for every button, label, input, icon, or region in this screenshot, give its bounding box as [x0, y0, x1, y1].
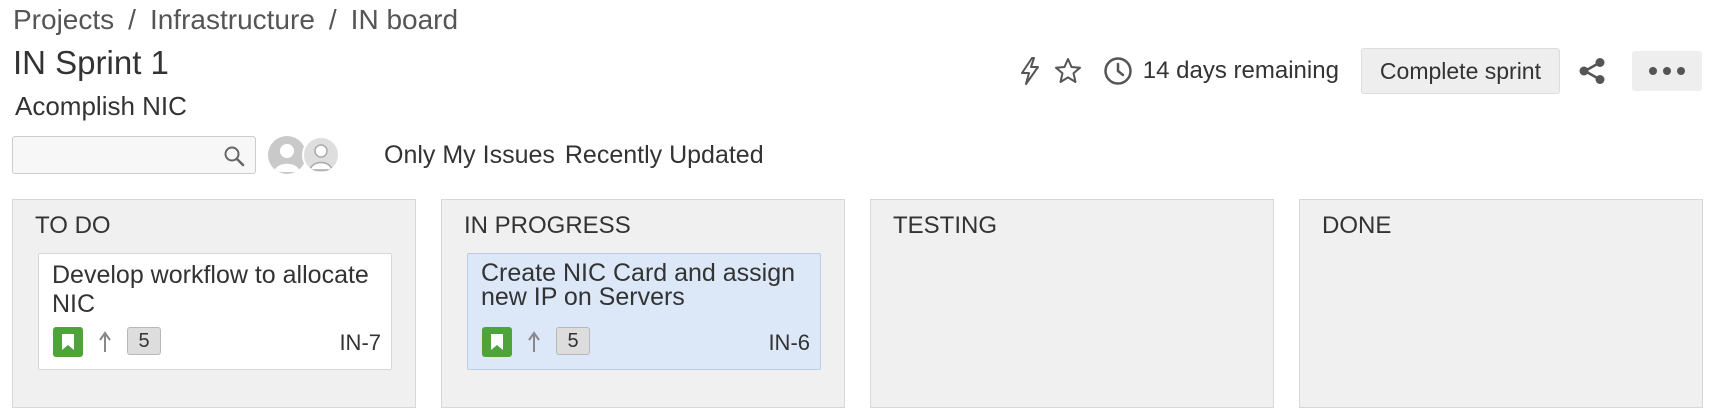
story-icon: [53, 327, 83, 357]
avatar[interactable]: [268, 136, 306, 174]
column-title: IN PROGRESS: [464, 212, 631, 239]
breadcrumb-projects[interactable]: Projects: [13, 4, 114, 36]
more-icon[interactable]: [1632, 51, 1702, 91]
sprint-goal: Acomplish NIC: [15, 91, 187, 121]
sprint-title: IN Sprint 1: [13, 44, 169, 81]
breadcrumb-separator: /: [128, 4, 136, 35]
card-summary: Develop workflow to allocate NIC: [52, 261, 369, 318]
story-icon: [482, 327, 512, 357]
story-points-badge: 5: [127, 327, 161, 355]
priority-arrow-up-icon: [97, 330, 113, 359]
search-box: [12, 136, 256, 174]
avatar[interactable]: [302, 136, 340, 174]
column-done: DONE: [1299, 199, 1703, 408]
breadcrumb-separator: /: [328, 4, 337, 35]
search-icon[interactable]: [223, 145, 245, 172]
card-footer: 5 IN-6: [482, 327, 810, 357]
assignee-avatars: [268, 136, 340, 174]
column-title: TESTING: [893, 212, 998, 239]
issue-key[interactable]: IN-6: [768, 330, 810, 356]
board: TO DO Develop workflow to allocate NIC 5…: [12, 199, 1704, 408]
share-icon[interactable]: [1574, 53, 1610, 89]
column-todo: TO DO Develop workflow to allocate NIC 5…: [12, 199, 416, 408]
column-in-progress: IN PROGRESS Create NIC Card and assign n…: [441, 199, 845, 408]
issue-key[interactable]: IN-7: [339, 330, 381, 356]
card-footer: 5 IN-7: [53, 327, 381, 357]
issue-card[interactable]: Develop workflow to allocate NIC 5 IN-7: [38, 253, 392, 370]
quick-filter-recently-updated[interactable]: Recently Updated: [565, 141, 764, 170]
days-remaining-text: 14 days remaining: [1142, 57, 1339, 84]
breadcrumb-infrastructure[interactable]: Infrastructure: [150, 4, 315, 36]
search-input[interactable]: [13, 137, 255, 173]
story-points-badge: 5: [556, 327, 590, 355]
breadcrumb-in-board[interactable]: IN board: [351, 4, 458, 36]
lightning-icon[interactable]: [1013, 54, 1047, 88]
issue-card[interactable]: Create NIC Card and assign new IP on Ser…: [467, 253, 821, 370]
days-remaining: 14 days remaining: [1103, 56, 1339, 86]
breadcrumb: Projects / Infrastructure / IN board: [13, 4, 458, 36]
quick-filter-only-my-issues[interactable]: Only My Issues: [384, 141, 555, 170]
header-actions: 14 days remaining Complete sprint: [1013, 46, 1702, 96]
column-title: TO DO: [35, 212, 111, 239]
star-icon[interactable]: [1051, 54, 1085, 88]
clock-icon: [1103, 56, 1133, 86]
priority-arrow-up-icon: [526, 330, 542, 359]
filter-bar: Only My Issues Recently Updated: [12, 135, 774, 175]
card-summary: Create NIC Card and assign new IP on Ser…: [481, 259, 796, 311]
quick-filters: Only My Issues Recently Updated: [384, 141, 774, 170]
column-title: DONE: [1322, 212, 1392, 239]
column-testing: TESTING: [870, 199, 1274, 408]
complete-sprint-button[interactable]: Complete sprint: [1360, 48, 1560, 94]
